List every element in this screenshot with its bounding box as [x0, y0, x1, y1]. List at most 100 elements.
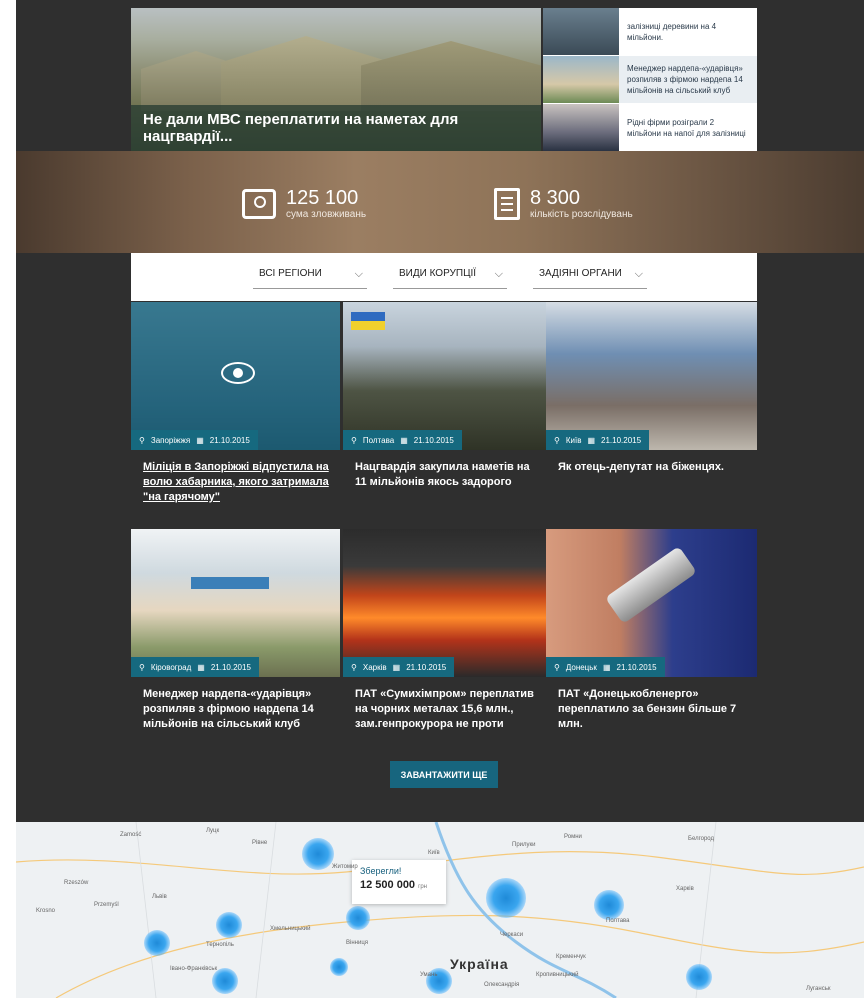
- card-region: Донецьк: [565, 662, 597, 672]
- map-marker[interactable]: [686, 964, 712, 990]
- card-title[interactable]: ПАТ «Донецькобленерго» переплатило за бе…: [546, 687, 757, 732]
- map-label: Полтава: [606, 918, 630, 924]
- news-card[interactable]: ⚲ Харків ▦ 21.10.2015 ПАТ «Сумихімпром» …: [343, 529, 546, 732]
- card-region: Полтава: [362, 435, 395, 445]
- ukraine-map[interactable]: Зберегли! 12 500 000 грн Україна Zamość …: [16, 822, 864, 998]
- map-label: Житомир: [332, 864, 358, 870]
- map-label: Ромни: [564, 834, 582, 840]
- news-card[interactable]: ⚲ Донецьк ▦ 21.10.2015 ПАТ «Донецькоблен…: [546, 529, 757, 732]
- card-title[interactable]: Нацгвардія закупила наметів на 11 мільйо…: [343, 460, 546, 490]
- map-label: Луцк: [206, 828, 220, 834]
- card-date: 21.10.2015: [413, 435, 454, 445]
- news-card-image[interactable]: ⚲ Полтава ▦ 21.10.2015: [343, 302, 546, 450]
- map-label: Умань: [420, 972, 438, 978]
- news-card-image[interactable]: ⚲ Харків ▦ 21.10.2015: [343, 529, 546, 677]
- calendar-icon: ▦: [587, 435, 596, 445]
- map-label: Прилуки: [512, 842, 536, 848]
- tooltip-value: 12 500 000: [360, 879, 416, 891]
- card-date: 21.10.2015: [616, 662, 657, 672]
- news-card-image[interactable]: ⚲ Київ ▦ 21.10.2015: [546, 302, 757, 450]
- calendar-icon: ▦: [400, 435, 408, 445]
- map-marker[interactable]: [144, 930, 170, 956]
- news-card[interactable]: ⚲ Запоріжжя ▦ 21.10.2015 Міліція в Запор…: [131, 302, 340, 505]
- card-region: Київ: [565, 435, 582, 445]
- hero-side-item[interactable]: залізниці деревини на 4 мільйони.: [543, 8, 757, 55]
- stats-band: 125 100 сума зловживань 8 300 кількість …: [16, 151, 864, 253]
- news-card-image[interactable]: ⚲ Кіровоград ▦ 21.10.2015: [131, 529, 340, 677]
- location-pin-icon: ⚲: [554, 435, 560, 445]
- map-label: Харків: [676, 886, 694, 892]
- stat-abuse-sum: 125 100 сума зловживань: [242, 187, 366, 220]
- stat-investigations: 8 300 кількість розслідувань: [494, 187, 633, 220]
- map-marker[interactable]: [594, 890, 624, 920]
- filter-corruption-types[interactable]: Види корупції ⌵: [393, 265, 507, 289]
- load-more-button[interactable]: Завантажити ще: [390, 761, 498, 788]
- tooltip-unit: грн: [418, 884, 427, 890]
- map-label: Przemyśl: [94, 902, 119, 908]
- location-pin-icon: ⚲: [139, 435, 145, 445]
- map-marker[interactable]: [486, 878, 526, 918]
- map-label: Кременчук: [556, 954, 586, 960]
- hero-main-story[interactable]: Не дали МВС переплатити на наметах для н…: [131, 8, 541, 151]
- map-label: Олександрія: [484, 982, 520, 988]
- card-region: Кіровоград: [150, 662, 192, 672]
- map-marker[interactable]: [216, 912, 242, 938]
- card-title[interactable]: ПАТ «Сумихімпром» переплатив на чорних м…: [343, 687, 546, 732]
- hero-side-item[interactable]: Рідні фірми розіграли 2 мільйони на напо…: [543, 104, 757, 151]
- news-card[interactable]: ⚲ Київ ▦ 21.10.2015 Як отець-депутат на …: [546, 302, 757, 475]
- location-pin-icon: ⚲: [139, 662, 145, 672]
- card-title[interactable]: Менеджер нардепа-«ударівця» розпиляв з ф…: [131, 687, 340, 732]
- map-label: Хмельницький: [270, 926, 311, 932]
- news-card-image[interactable]: ⚲ Запоріжжя ▦ 21.10.2015: [131, 302, 340, 450]
- chevron-down-icon: ⌵: [634, 268, 643, 280]
- map-label: Тернопіль: [206, 942, 234, 948]
- calendar-icon: ▦: [602, 662, 611, 672]
- chevron-down-icon: ⌵: [494, 268, 503, 280]
- map-label: Івано-Франківськ: [170, 966, 218, 972]
- calendar-icon: ▦: [196, 435, 204, 445]
- location-pin-icon: ⚲: [351, 435, 357, 445]
- news-card[interactable]: ⚲ Кіровоград ▦ 21.10.2015 Менеджер нарде…: [131, 529, 340, 732]
- chevron-down-icon: ⌵: [354, 268, 363, 280]
- map-label: Rzeszów: [64, 880, 89, 886]
- eye-icon: [221, 362, 255, 384]
- card-title[interactable]: Міліція в Запоріжжі відпустила на волю х…: [143, 461, 329, 503]
- card-date: 21.10.2015: [601, 435, 642, 445]
- location-pin-icon: ⚲: [351, 662, 357, 672]
- hero-main-caption[interactable]: Не дали МВС переплатити на наметах для н…: [131, 105, 541, 151]
- map-label: Рівне: [252, 840, 268, 846]
- map-tooltip: Зберегли! 12 500 000 грн: [352, 860, 446, 904]
- map-label: Черкаси: [500, 932, 524, 938]
- hero-side-list: залізниці деревини на 4 мільйони. Менедж…: [543, 8, 757, 151]
- card-date: 21.10.2015: [406, 662, 447, 672]
- map-label: Львів: [152, 894, 167, 900]
- document-icon: [494, 187, 520, 220]
- filter-bar: Всі регіони ⌵ Види корупції ⌵ Задіяні ор…: [131, 253, 757, 301]
- filter-regions[interactable]: Всі регіони ⌵: [253, 265, 367, 289]
- map-marker[interactable]: [330, 958, 348, 976]
- card-region: Харків: [362, 662, 387, 672]
- money-icon: [242, 188, 276, 219]
- tooltip-title: Зберегли!: [360, 866, 402, 876]
- news-card-image[interactable]: ⚲ Донецьк ▦ 21.10.2015: [546, 529, 757, 677]
- map-marker[interactable]: [346, 906, 370, 930]
- map-label: Луганськ: [806, 986, 831, 992]
- card-title[interactable]: Як отець-депутат на біженцях.: [546, 460, 757, 475]
- hero-section: Не дали МВС переплатити на наметах для н…: [131, 0, 757, 151]
- location-pin-icon: ⚲: [554, 662, 560, 672]
- calendar-icon: ▦: [197, 662, 205, 672]
- filter-agencies[interactable]: Задіяні органи ⌵: [533, 265, 647, 289]
- map-marker[interactable]: [302, 838, 334, 870]
- map-label: Вінниця: [346, 940, 368, 946]
- map-label: Zamość: [120, 832, 142, 838]
- card-region: Запоріжжя: [150, 435, 191, 445]
- calendar-icon: ▦: [392, 662, 401, 672]
- news-card[interactable]: ⚲ Полтава ▦ 21.10.2015 Нацгвардія закупи…: [343, 302, 546, 490]
- map-label: Krosno: [36, 908, 56, 914]
- map-country-label: Україна: [450, 956, 509, 972]
- hero-side-item[interactable]: Менеджер нардепа-«ударівця» розпиляв з ф…: [543, 56, 757, 103]
- map-label: Київ: [428, 850, 440, 856]
- card-date: 21.10.2015: [209, 435, 250, 445]
- map-label: Кропивницький: [536, 972, 579, 978]
- map-label: Белгород: [688, 836, 715, 842]
